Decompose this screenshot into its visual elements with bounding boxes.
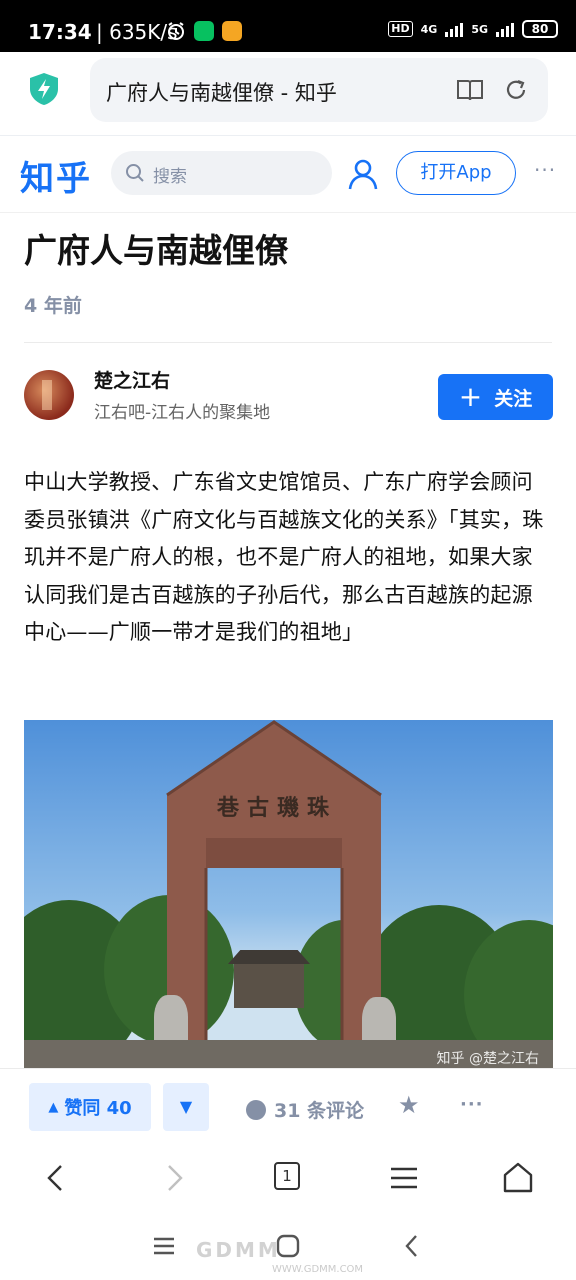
recent-apps-icon[interactable]: [150, 1232, 178, 1260]
site-watermark-url: WWW.GDMM.COM: [272, 1264, 364, 1275]
search-input[interactable]: 搜索: [111, 151, 332, 195]
zhihu-logo[interactable]: 知乎: [20, 151, 92, 200]
system-back-icon[interactable]: [398, 1232, 426, 1260]
publish-time: 4 年前: [24, 295, 82, 317]
battery-icon: 80: [522, 20, 558, 38]
vote-down-button[interactable]: ▼: [163, 1083, 209, 1131]
network-label-1: 4G: [420, 22, 438, 36]
author-bio: 江右吧-江右人的聚集地: [94, 403, 271, 423]
image-watermark: 知乎 @楚之江右: [436, 1051, 539, 1067]
address-bar[interactable]: 广府人与南越俚僚 - 知乎: [90, 58, 548, 122]
status-bar: 17:34 | 635K/s HD 4G 5G 80: [0, 0, 576, 52]
status-app-icons: [166, 21, 242, 41]
vote-up-icon: ▲: [48, 1099, 59, 1115]
refresh-icon[interactable]: [502, 78, 530, 102]
search-placeholder: 搜索: [153, 167, 187, 187]
status-right: HD 4G 5G 80: [388, 20, 558, 38]
browser-bottom-nav: 1: [0, 1146, 576, 1210]
user-icon[interactable]: [346, 157, 380, 191]
reader-mode-icon[interactable]: [456, 78, 484, 102]
vote-up-button[interactable]: ▲ 赞同 40: [29, 1083, 151, 1131]
search-icon: [126, 164, 144, 182]
comment-bubble-icon: [246, 1099, 266, 1120]
article-image[interactable]: 巷古璣珠 知乎 @楚之江右: [24, 720, 553, 1070]
alarm-icon: [168, 22, 184, 40]
notes-app-icon: [222, 21, 242, 41]
back-icon[interactable]: [38, 1160, 74, 1196]
site-watermark: GDMM: [196, 1238, 281, 1262]
follow-button[interactable]: + 关注: [438, 374, 553, 420]
tabs-button[interactable]: 1: [274, 1162, 300, 1190]
browser-toolbar: 广府人与南越俚僚 - 知乎: [0, 52, 576, 136]
hd-badge: HD: [388, 21, 413, 37]
comments-count: 31 条评论: [274, 1100, 365, 1122]
favorite-star-icon[interactable]: ★: [398, 1091, 420, 1119]
shield-lightning-icon[interactable]: [28, 72, 60, 106]
page-title-in-address-bar[interactable]: 广府人与南越俚僚 - 知乎: [106, 77, 337, 107]
signal-icon: [445, 21, 464, 37]
vote-count: 赞同 40: [64, 1098, 132, 1119]
gate-illustration: [166, 720, 382, 1055]
follow-label: 关注: [494, 387, 533, 410]
zhihu-header: 知乎 搜索 打开App ···: [0, 137, 576, 213]
menu-icon[interactable]: [386, 1160, 422, 1196]
article-title: 广府人与南越俚僚: [24, 231, 288, 270]
comments-button[interactable]: 31 条评论: [246, 1096, 364, 1123]
author-name[interactable]: 楚之江右: [94, 366, 170, 393]
forward-icon[interactable]: [156, 1160, 192, 1196]
plus-icon: +: [458, 380, 483, 413]
open-app-button[interactable]: 打开App: [396, 151, 516, 195]
signal-icon-2: [496, 21, 514, 37]
more-menu-icon[interactable]: ···: [534, 158, 556, 182]
divider: [24, 342, 552, 343]
network-label-2: 5G: [471, 22, 488, 36]
author-avatar[interactable]: [24, 370, 74, 420]
more-actions-icon[interactable]: ···: [460, 1094, 484, 1115]
gate-inscription: 巷古璣珠: [216, 795, 337, 821]
wechat-icon: [194, 21, 214, 41]
article-paragraph: 中山大学教授、广东省文史馆馆员、广东广府学会顾问委员张镇洪《广府文化与百越族文化…: [24, 470, 544, 644]
status-time: 17:34: [28, 20, 92, 44]
action-bar: ▲ 赞同 40 ▼ 31 条评论 ★ ···: [0, 1068, 576, 1146]
system-nav-bar: GDMM WWW.GDMM.COM: [0, 1210, 576, 1280]
home-icon[interactable]: [500, 1160, 536, 1196]
